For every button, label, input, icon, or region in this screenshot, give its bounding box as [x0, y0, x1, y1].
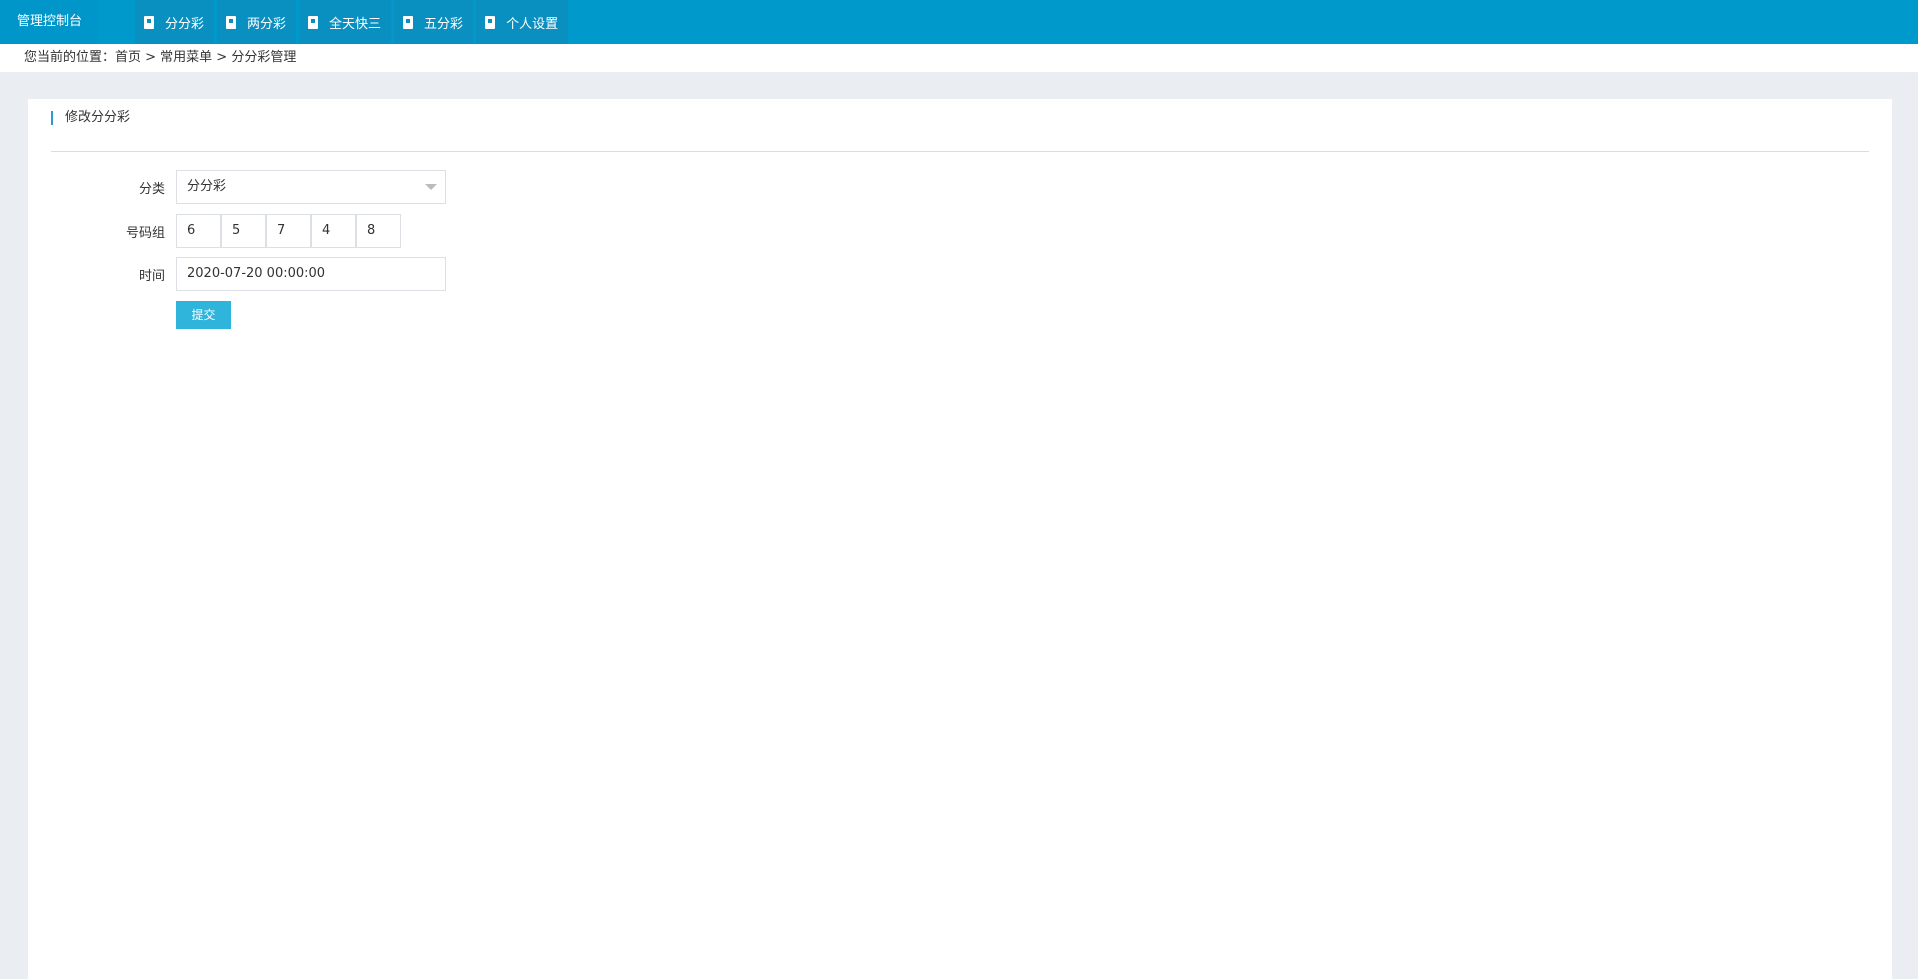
submit-row: 提交	[28, 301, 231, 329]
main-nav: 分分彩 两分彩 全天快三 五分彩 个人设置	[135, 0, 571, 44]
submit-button[interactable]: 提交	[176, 301, 231, 329]
nav-item-personal-settings[interactable]: 个人设置	[476, 0, 569, 44]
document-icon	[308, 15, 319, 29]
document-icon	[226, 15, 237, 29]
number-input-5[interactable]: 8	[356, 214, 401, 248]
chevron-down-icon	[425, 184, 437, 190]
document-icon	[144, 15, 154, 29]
edit-card: 修改分分彩 分类 分分彩 号码组 6 5 7 4 8 时间 2020-07-20…	[28, 99, 1892, 979]
card-header: 修改分分彩	[51, 99, 1869, 152]
card-title: 修改分分彩	[51, 111, 130, 125]
nav-item-quantiankuaisan[interactable]: 全天快三	[299, 0, 392, 44]
number-input-1[interactable]: 6	[176, 214, 221, 248]
nav-item-label: 个人设置	[506, 16, 559, 32]
nav-item-label: 全天快三	[329, 16, 382, 32]
number-input-3[interactable]: 7	[266, 214, 311, 248]
category-select[interactable]: 分分彩	[176, 170, 446, 204]
category-select-value: 分分彩	[187, 179, 227, 194]
nav-item-label: 两分彩	[247, 16, 287, 32]
category-row: 分类 分分彩	[28, 170, 446, 204]
breadcrumb: 您当前的位置：首页 > 常用菜单 > 分分彩管理	[0, 44, 1918, 72]
number-input-4[interactable]: 4	[311, 214, 356, 248]
document-icon	[485, 15, 496, 29]
time-row: 时间 2020-07-20 00:00:00	[28, 257, 446, 291]
app-title: 管理控制台	[0, 0, 98, 44]
numbers-row: 号码组 6 5 7 4 8	[28, 214, 401, 248]
nav-item-liangfencai[interactable]: 两分彩	[217, 0, 297, 44]
top-navigation-bar: 管理控制台 分分彩 两分彩 全天快三 五分彩 个人设置	[0, 0, 1918, 44]
nav-item-fenfencai[interactable]: 分分彩	[135, 0, 215, 44]
time-label: 时间	[138, 268, 165, 284]
numbers-label: 号码组	[125, 225, 165, 241]
document-icon	[403, 15, 414, 29]
number-input-2[interactable]: 5	[221, 214, 266, 248]
nav-item-wufencai[interactable]: 五分彩	[394, 0, 474, 44]
nav-item-label: 五分彩	[424, 16, 464, 32]
category-label: 分类	[138, 181, 165, 197]
time-input[interactable]: 2020-07-20 00:00:00	[176, 257, 446, 291]
nav-item-label: 分分彩	[165, 16, 205, 32]
